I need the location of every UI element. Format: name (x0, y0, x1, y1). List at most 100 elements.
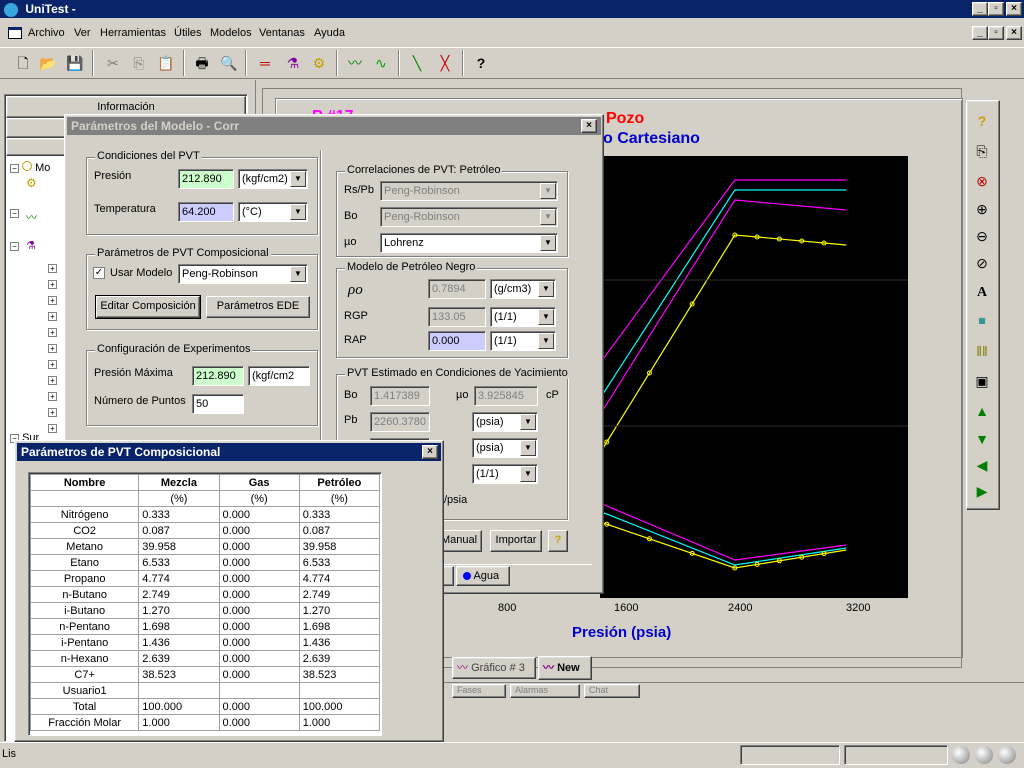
presion-unit-select[interactable]: (kgf/cm2) ▼ (238, 169, 308, 189)
value-cell[interactable]: 0.000 (218, 602, 300, 619)
value-cell[interactable]: 39.958 (298, 538, 381, 555)
arrow-right-icon[interactable]: ▶ (970, 480, 994, 502)
est-row2-unit-select[interactable]: (psia) ▼ (472, 438, 538, 458)
curve-fit-icon[interactable]: ∿ (370, 52, 392, 74)
open-folder-icon[interactable]: 📂 (37, 52, 59, 74)
est-row3-unit-select[interactable]: (1/1) ▼ (472, 464, 538, 484)
tab-chat[interactable]: Chat (584, 684, 640, 698)
flask-icon[interactable]: ⚗ (282, 52, 304, 74)
editar-composicion-button[interactable]: Editar Composición (95, 295, 201, 319)
value-cell[interactable]: 0.000 (218, 506, 300, 523)
tree-expand[interactable]: + (48, 356, 57, 372)
value-cell[interactable]: 1.000 (298, 714, 381, 731)
value-cell[interactable]: 2.639 (138, 650, 220, 667)
tree-expand[interactable]: + (48, 276, 57, 292)
print-icon[interactable]: 🖶 (191, 52, 213, 74)
tree-expand[interactable]: + (48, 260, 57, 276)
tree-expand[interactable]: − (10, 240, 19, 252)
value-cell[interactable]: 0.000 (218, 618, 300, 635)
rho-field[interactable]: 0.7894 (428, 279, 486, 299)
zoom-out-icon[interactable]: ⊖ (970, 225, 994, 247)
temperatura-unit-select[interactable]: (°C) ▼ (238, 202, 308, 222)
value-cell[interactable]: 100.000 (138, 698, 220, 715)
value-cell[interactable]: 6.533 (298, 554, 381, 571)
muo-select[interactable]: Lohrenz ▼ (380, 233, 558, 253)
value-cell[interactable]: 1.436 (138, 634, 220, 651)
menu-herramientas[interactable]: Herramientas (100, 27, 166, 39)
copy-icon[interactable]: ⎘ (128, 52, 150, 74)
save-icon[interactable]: 💾 (64, 52, 86, 74)
text-icon[interactable]: A (970, 282, 994, 304)
value-cell[interactable]: 1.270 (298, 602, 381, 619)
valve-icon[interactable]: ⚙ (308, 52, 330, 74)
tree-expand[interactable]: + (48, 292, 57, 308)
value-cell[interactable]: 0.000 (218, 554, 300, 571)
tree-expand[interactable]: + (48, 340, 57, 356)
value-cell[interactable]: 38.523 (138, 666, 220, 683)
value-cell[interactable]: 0.000 (218, 522, 300, 539)
help-icon[interactable]: ? (970, 110, 994, 132)
value-cell[interactable]: 0.333 (138, 506, 220, 523)
tab-alarmas[interactable]: Alarmas (510, 684, 580, 698)
value-cell[interactable]: 1.000 (138, 714, 220, 731)
menu-ventanas[interactable]: Ventanas (259, 27, 305, 39)
value-cell[interactable]: 100.000 (298, 698, 381, 715)
grid-icon[interactable]: ‖‖ (970, 340, 994, 362)
est-pb-unit-select[interactable]: (psia) ▼ (472, 412, 538, 432)
tab-fases[interactable]: Fases (452, 684, 506, 698)
arrow-down-icon[interactable]: ▼ (970, 428, 994, 450)
value-cell[interactable]: 4.774 (298, 570, 381, 587)
menu-ayuda[interactable]: Ayuda (314, 27, 345, 39)
rspb-select[interactable]: Peng-Robinson ▼ (380, 181, 558, 201)
mdi-minimize-icon[interactable]: _ (972, 26, 988, 40)
menu-ver[interactable]: Ver (74, 27, 91, 39)
tree-expand[interactable]: + (48, 324, 57, 340)
paste-icon[interactable]: 📋 (155, 52, 177, 74)
value-cell[interactable] (218, 682, 300, 699)
tree-expand[interactable]: + (48, 388, 57, 404)
value-cell[interactable]: 0.087 (298, 522, 381, 539)
close-icon[interactable]: × (1006, 2, 1022, 16)
menu-archivo[interactable]: Archivo (28, 27, 65, 39)
value-cell[interactable] (138, 682, 220, 699)
presion-maxima-unit-select[interactable]: (kgf/cm2 (248, 366, 310, 386)
value-cell[interactable]: 4.774 (138, 570, 220, 587)
menu-utiles[interactable]: Útiles (174, 27, 202, 39)
numero-puntos-field[interactable]: 50 (192, 394, 244, 414)
value-cell[interactable]: 0.000 (218, 634, 300, 651)
zoom-fit-icon[interactable]: ⊗ (970, 170, 994, 192)
presion-maxima-field[interactable]: 212.890 (192, 366, 244, 386)
rgp-unit-select[interactable]: (1/1) ▼ (490, 307, 556, 327)
value-cell[interactable]: 0.087 (138, 522, 220, 539)
usar-modelo-checkbox[interactable]: ✓ (93, 267, 105, 279)
bo-select[interactable]: Peng-Robinson ▼ (380, 207, 558, 227)
value-cell[interactable]: 1.698 (298, 618, 381, 635)
importar-button[interactable]: Importar (490, 530, 542, 552)
tree-expand[interactable]: − (10, 207, 19, 219)
value-cell[interactable]: 1.436 (298, 634, 381, 651)
pipe-icon[interactable]: ═ (254, 52, 276, 74)
value-cell[interactable]: 1.698 (138, 618, 220, 635)
usar-modelo-select[interactable]: Peng-Robinson ▼ (178, 264, 308, 284)
help-button[interactable]: ? (548, 530, 568, 552)
print-preview-icon[interactable]: 🔍 (218, 52, 240, 74)
tree-expand[interactable]: + (48, 372, 57, 388)
value-cell[interactable]: 0.000 (218, 714, 300, 731)
value-cell[interactable]: 2.749 (138, 586, 220, 603)
tree-expand[interactable]: + (48, 404, 57, 420)
new-file-icon[interactable]: 🗋 (12, 52, 34, 74)
tree-expand[interactable]: + (48, 420, 57, 436)
value-cell[interactable]: 0.000 (218, 538, 300, 555)
value-cell[interactable]: 0.000 (218, 586, 300, 603)
tree-expand[interactable]: + (48, 308, 57, 324)
value-cell[interactable]: 39.958 (138, 538, 220, 555)
value-cell[interactable]: 0.333 (298, 506, 381, 523)
dialog-close-icon[interactable]: × (422, 445, 438, 459)
mdi-close-icon[interactable]: × (1006, 26, 1022, 40)
cut-icon[interactable]: ✂ (102, 52, 124, 74)
curve-chart-icon[interactable]: 〰 (344, 52, 366, 74)
zoom-reset-icon[interactable]: ⊘ (970, 252, 994, 274)
legend-icon[interactable]: ▦ (970, 310, 994, 332)
value-cell[interactable]: 0.000 (218, 570, 300, 587)
dialog-close-icon[interactable]: × (581, 119, 597, 133)
